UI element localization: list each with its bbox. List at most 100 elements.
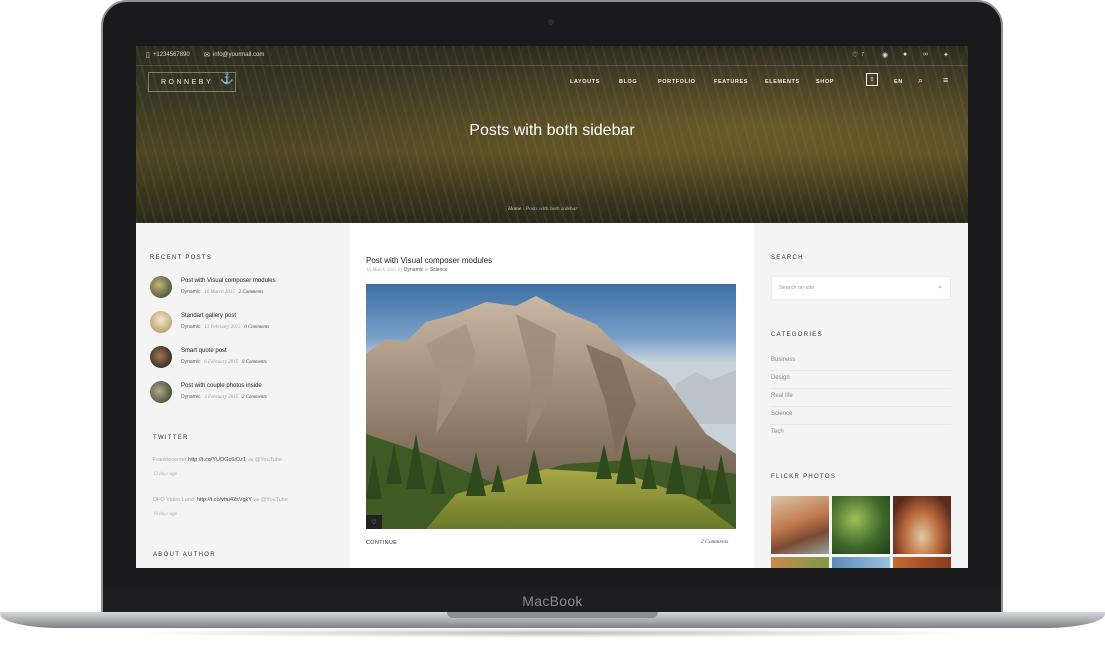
category-tech[interactable]: Tech	[771, 425, 951, 443]
laptop-shadow	[120, 628, 985, 638]
page-title: Posts with both sidebar	[469, 122, 635, 139]
cart-count: 0	[870, 77, 874, 83]
category-business[interactable]: Business	[771, 353, 951, 371]
nav-portfolio[interactable]: PORTFOLIO	[658, 79, 695, 85]
recent-post-meta: Dynamic 16 March 2015 2 Comments	[181, 289, 264, 295]
post-title[interactable]: Post with Visual composer modules	[366, 256, 492, 265]
post-category[interactable]: Science	[430, 267, 448, 273]
like-button[interactable]: ♡	[366, 515, 382, 529]
tweet: Frankiecenter http://t.co/YUOGc6rDz1 via…	[153, 457, 282, 463]
twitter-icon: ✦	[943, 52, 949, 59]
camera	[548, 19, 554, 25]
tweet: DFO Video Land: http://t.co/vhu42sVgkY v…	[153, 497, 288, 503]
tweet-user: Frankiecenter	[153, 457, 187, 463]
tweet-user: DFO Video Land:	[153, 497, 196, 503]
heart-icon: ♡	[852, 52, 859, 59]
search-title: SEARCH	[771, 255, 804, 261]
category-science[interactable]: Science	[771, 407, 951, 425]
search-icon[interactable]: ⌕	[938, 284, 942, 292]
language-switch[interactable]: EN	[894, 79, 903, 85]
heart-icon: ♡	[371, 519, 377, 526]
tweet-source[interactable]: @YouTube	[261, 497, 288, 503]
main-navigation: RONNEBY ⚓ LAYOUTS BLOG PORTFOLIO FEATURE…	[136, 66, 968, 98]
anchor-icon: ⚓	[220, 73, 234, 85]
laptop-notch	[447, 612, 658, 618]
nav-elements[interactable]: ELEMENTS	[765, 79, 800, 85]
continue-link[interactable]: CONTINUE	[366, 540, 397, 546]
search-box[interactable]: Search on site ⌕	[771, 276, 951, 300]
nav-blog[interactable]: BLOG	[619, 79, 637, 85]
email-address: info@yourmail.com	[212, 52, 265, 58]
post-comments-link[interactable]: 2 Comments	[701, 539, 728, 545]
recent-post-meta: Dynamic 13 February 2015 0 Comments	[181, 324, 270, 330]
device-brand: MacBook	[522, 593, 583, 609]
flickr-photo[interactable]	[771, 557, 829, 568]
tweet-link[interactable]: http://t.co/vhu42sVgkY	[197, 497, 252, 503]
cart-icon[interactable]: 0	[866, 73, 878, 86]
website-screen: ▯ +1234567890 ✉ info@yourmail.com ♡ 7 ◉ …	[136, 46, 968, 568]
phone-icon: ▯	[146, 52, 150, 59]
recent-post-title: Post with Visual composer modules	[181, 278, 276, 284]
post-meta: 16 March 2015 by Dynamic in Science	[366, 267, 448, 273]
category-real-life[interactable]: Real life	[771, 389, 951, 407]
flickr-photo[interactable]	[893, 557, 951, 568]
right-sidebar: SEARCH Search on site ⌕ CATEGORIES Busin…	[754, 223, 968, 568]
nav-layouts[interactable]: LAYOUTS	[570, 79, 600, 85]
flickr-photo[interactable]	[832, 496, 890, 554]
recent-post-title: Standart gallery post	[181, 313, 237, 319]
likes-count: 7	[861, 52, 865, 58]
mail-icon: ✉	[204, 52, 210, 59]
recent-post-thumbnail	[150, 276, 172, 298]
vk-link[interactable]: ∞	[923, 51, 928, 58]
category-design[interactable]: Design	[771, 371, 951, 389]
dribbble-link[interactable]: ◉	[882, 51, 888, 59]
recent-post-title: Smart quote post	[181, 348, 227, 354]
categories-title: CATEGORIES	[771, 332, 823, 338]
recent-post-thumbnail	[150, 311, 172, 333]
tweet-date: 12 days ago	[153, 472, 178, 477]
likes-link[interactable]: ♡ 7	[852, 51, 864, 59]
post-featured-image[interactable]	[366, 284, 736, 529]
recent-post-meta: Dynamic 6 February 2015 0 Comments	[181, 359, 267, 365]
search-input[interactable]: Search on site	[779, 285, 814, 291]
nav-features[interactable]: FEATURES	[714, 79, 748, 85]
recent-post-item[interactable]: Smart quote post Dynamic 6 February 2015…	[150, 346, 340, 372]
phone-contact[interactable]: ▯ +1234567890	[146, 51, 190, 59]
recent-post-item[interactable]: Post with couple photos inside Dynamic 3…	[150, 381, 340, 407]
macbook-mockup: MacBook ▯ +1234567890 ✉ info@yourmail.co…	[0, 0, 1105, 646]
twitter-title: TWITTER	[153, 435, 189, 441]
hamburger-menu-icon[interactable]: ≡	[943, 75, 948, 85]
post-date: 16 March 2015	[366, 268, 397, 273]
skype-link[interactable]: ●	[903, 51, 907, 58]
tweet-link[interactable]: http://t.co/YUOGc6rDz1	[188, 457, 246, 463]
about-author-title: ABOUT AUTHOR	[153, 552, 216, 558]
flickr-photo[interactable]	[893, 496, 951, 554]
tweet-source[interactable]: @YouTube	[255, 457, 282, 463]
recent-post-item[interactable]: Post with Visual composer modules Dynami…	[150, 276, 340, 302]
recent-post-thumbnail	[150, 346, 172, 368]
dribbble-icon: ◉	[882, 52, 889, 59]
recent-post-meta: Dynamic 3 February 2015 2 Comments	[181, 394, 267, 400]
breadcrumb-home[interactable]: Home	[508, 206, 521, 212]
recent-post-thumbnail	[150, 381, 172, 403]
twitter-link[interactable]: ✦	[943, 51, 949, 59]
phone-number: +1234567890	[152, 52, 190, 58]
top-bar: ▯ +1234567890 ✉ info@yourmail.com ♡ 7 ◉ …	[136, 46, 968, 66]
breadcrumb-separator: ›	[522, 206, 525, 212]
breadcrumb-current: Posts with both sidebar	[525, 206, 578, 212]
flickr-photo[interactable]	[771, 496, 829, 554]
vk-icon: ∞	[923, 51, 928, 58]
mountain-landscape-image	[366, 296, 736, 529]
flickr-title: FLICKR PHOTOS	[771, 474, 837, 480]
breadcrumb: Home › Posts with both sidebar	[508, 206, 578, 212]
main-content: Post with Visual composer modules 16 Mar…	[350, 223, 754, 568]
flickr-photo[interactable]	[832, 557, 890, 568]
skype-icon: ●	[903, 51, 908, 58]
search-icon[interactable]: ⌕	[918, 75, 923, 86]
recent-post-title: Post with couple photos inside	[181, 383, 262, 389]
post-author[interactable]: Dynamic	[404, 267, 423, 273]
nav-shop[interactable]: SHOP	[816, 79, 834, 85]
email-contact[interactable]: ✉ info@yourmail.com	[204, 51, 264, 59]
recent-post-item[interactable]: Standart gallery post Dynamic 13 Februar…	[150, 311, 340, 337]
left-sidebar: RECENT POSTS Post with Visual composer m…	[136, 223, 350, 568]
